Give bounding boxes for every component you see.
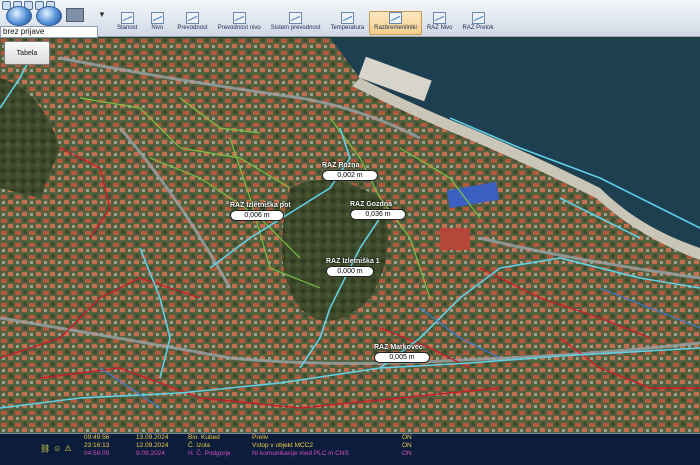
network-icon[interactable]: ⛓ bbox=[40, 444, 50, 453]
marker-name: RAZ Markovec bbox=[374, 344, 423, 351]
layer-button-label: Stanost bbox=[117, 25, 138, 31]
raz-markovec-marker[interactable]: RAZ Markovec 0,005 m bbox=[374, 344, 430, 363]
alarm-message: Vstop v objekt MCC2 bbox=[252, 442, 314, 449]
raz-rozna-marker[interactable]: RAZ Rožna 0,002 m bbox=[322, 162, 378, 181]
graph-icon bbox=[289, 12, 303, 24]
layer-button-label: Sistem prevodnost bbox=[270, 25, 321, 31]
graph-icon bbox=[150, 12, 164, 24]
forward-orb-icon[interactable] bbox=[36, 6, 62, 26]
alarm-bar: ⛓ ☺ ⚠ 09:49:56 13.09.2024 Bio. Kubed Pre… bbox=[0, 433, 700, 465]
layer-button-raz-pretok[interactable]: RAZ Pretok bbox=[458, 11, 499, 35]
marker-name: RAZ Gozdna bbox=[350, 201, 392, 208]
layer-button-label: Nivo bbox=[151, 25, 164, 31]
marker-value: 0,005 m bbox=[374, 352, 430, 363]
alarm-location: H. Č. Podgorje bbox=[188, 450, 231, 457]
alarm-location: Č. Izola bbox=[188, 442, 211, 449]
layer-button-raz-nivo[interactable]: RAZ Nivo bbox=[422, 11, 458, 35]
alarm-date: 12.09.2024 bbox=[136, 442, 169, 449]
raz-izletniska-pot-marker[interactable]: RAZ Izletniška pot 0,006 m bbox=[230, 202, 296, 221]
user-icon[interactable]: ☺ bbox=[53, 444, 61, 453]
chevron-down-icon[interactable]: ▼ bbox=[98, 10, 106, 19]
alarm-message: Preliv bbox=[252, 434, 269, 441]
alarm-date: 9.09.2024 bbox=[136, 450, 165, 457]
layer-button-label: RAZ Pretok bbox=[462, 25, 494, 31]
marker-value: 0,002 m bbox=[322, 170, 378, 181]
back-orb-icon[interactable] bbox=[6, 6, 32, 26]
layer-button-temperatura[interactable]: Temperatura bbox=[325, 11, 369, 35]
map-view[interactable]: RAZ Rožna 0,002 m RAZ Izletniška pot 0,0… bbox=[0, 38, 700, 433]
layer-button-label: Prevodnost bbox=[177, 25, 208, 31]
graph-icon bbox=[186, 12, 200, 24]
raz-gozdna-marker[interactable]: RAZ Gozdna 0,036 m bbox=[350, 201, 406, 220]
alarm-message: Ni komunikacije med PLC in CNS bbox=[252, 450, 349, 457]
graph-icon bbox=[120, 12, 134, 24]
layer-toolbar: Stanost Nivo Prevodnost Prevodnost nivo Sist… bbox=[112, 11, 499, 35]
graph-icon bbox=[340, 12, 354, 24]
layer-button-razbremenilniki[interactable]: Razbremenilniki bbox=[369, 11, 422, 35]
layer-button-label: Razbremenilniki bbox=[374, 25, 417, 31]
alarm-row[interactable]: 09:49:56 13.09.2024 Bio. Kubed Preliv ON bbox=[84, 434, 694, 442]
graph-icon bbox=[433, 12, 447, 24]
alarm-row[interactable]: 23:16:13 12.09.2024 Č. Izola Vstop v obj… bbox=[84, 442, 694, 450]
alarm-state: ON bbox=[402, 442, 412, 449]
alarm-row[interactable]: 04:58:00 9.09.2024 H. Č. Podgorje Ni kom… bbox=[84, 450, 694, 458]
aerial-map bbox=[0, 38, 700, 433]
alarm-location: Bio. Kubed bbox=[188, 434, 220, 441]
marker-value: 0,006 m bbox=[230, 210, 284, 221]
layer-button-label: Temperatura bbox=[330, 25, 365, 31]
graph-icon bbox=[388, 12, 402, 24]
raz-izletniska-1-marker[interactable]: RAZ Izletniška 1 0,000 m bbox=[326, 258, 386, 277]
user-profile-select[interactable]: brez prijave bbox=[0, 26, 98, 38]
layer-button-stanost[interactable]: Stanost bbox=[112, 11, 142, 35]
layer-button-prevodnost[interactable]: Prevodnost bbox=[172, 11, 212, 35]
layer-button-sistem-prevodnost[interactable]: Sistem prevodnost bbox=[266, 11, 326, 35]
marker-name: RAZ Rožna bbox=[322, 162, 360, 169]
marker-name: RAZ Izletniška 1 bbox=[326, 258, 380, 265]
alarm-time: 04:58:00 bbox=[84, 450, 110, 457]
layer-button-prevodnost-nivo[interactable]: Prevodnost nivo bbox=[213, 11, 266, 35]
warning-icon[interactable]: ⚠ bbox=[64, 444, 71, 453]
marker-value: 0,036 m bbox=[350, 209, 406, 220]
marker-name: RAZ Izletniška pot bbox=[230, 202, 291, 209]
alarm-list: 09:49:56 13.09.2024 Bio. Kubed Preliv ON… bbox=[84, 434, 694, 458]
marker-value: 0,000 m bbox=[326, 266, 374, 277]
alarm-state: ON bbox=[402, 434, 412, 441]
alarm-state: ON bbox=[402, 450, 412, 457]
alarm-time: 09:49:56 bbox=[84, 434, 110, 441]
tabela-button[interactable]: Tabela bbox=[4, 41, 50, 65]
graph-icon bbox=[232, 12, 246, 24]
status-icons: ⛓ ☺ ⚠ bbox=[40, 444, 72, 453]
graph-icon bbox=[471, 12, 485, 24]
screen-icon[interactable] bbox=[66, 8, 84, 22]
layer-button-label: Prevodnost nivo bbox=[217, 25, 261, 31]
alarm-date: 13.09.2024 bbox=[136, 434, 169, 441]
alarm-time: 23:16:13 bbox=[84, 442, 110, 449]
top-toolbar: ▼ brez prijave Stanost Nivo Prevodnost Prev… bbox=[0, 0, 700, 38]
layer-button-label: RAZ Nivo bbox=[426, 25, 453, 31]
layer-button-nivo[interactable]: Nivo bbox=[142, 11, 172, 35]
